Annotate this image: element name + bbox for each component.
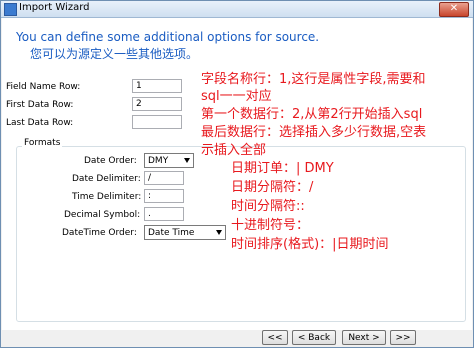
datetime-order-select[interactable]: Date Time	[144, 225, 226, 240]
window-title: Import Wizard	[19, 2, 90, 13]
annotation-line-7: 日期分隔符：/	[231, 180, 314, 195]
annotation-line-2: sql一一对应	[201, 89, 272, 104]
import-wizard-window: Import Wizard ✕ You can define some addi…	[0, 0, 474, 348]
chevron-down-icon	[184, 158, 190, 163]
time-delimiter-input[interactable]: :	[144, 189, 184, 203]
last-button[interactable]: >>	[390, 330, 416, 345]
last-data-row-input[interactable]	[132, 115, 182, 129]
datetime-order-label: DateTime Order:	[62, 228, 137, 238]
close-button[interactable]: ✕	[439, 2, 469, 17]
decimal-symbol-input[interactable]: .	[144, 207, 184, 221]
wizard-content: You can define some additional options f…	[2, 18, 472, 330]
first-data-row-input[interactable]: 2	[132, 97, 182, 111]
next-button[interactable]: Next >	[342, 330, 386, 345]
annotation-line-4: 最后数据行：选择插入多少行数据,空表	[201, 125, 427, 140]
field-name-row-input[interactable]: 1	[132, 79, 182, 93]
annotation-line-6: 日期订单：| DMY	[231, 161, 334, 176]
page-heading: You can define some additional options f…	[16, 30, 320, 44]
decimal-symbol-label: Decimal Symbol:	[64, 210, 141, 220]
formats-group-title: Formats	[22, 138, 63, 148]
date-delimiter-input[interactable]: /	[144, 171, 184, 185]
page-heading-cn: 您可以为源定义一些其他选项。	[30, 47, 199, 61]
first-button[interactable]: <<	[262, 330, 288, 345]
last-data-row-label: Last Data Row:	[6, 118, 74, 128]
datetime-order-value: Date Time	[148, 228, 195, 238]
annotation-line-9: 十进制符号：	[231, 218, 310, 233]
annotation-line-5: 示插入全部	[201, 143, 267, 158]
back-button[interactable]: < Back	[292, 330, 336, 345]
field-name-row-label: Field Name Row:	[6, 82, 81, 92]
date-order-select[interactable]: DMY	[144, 153, 194, 168]
annotation-line-10: 时间排序(格式)：|日期时间	[231, 237, 389, 252]
chevron-down-icon	[216, 230, 222, 235]
date-delimiter-label: Date Delimiter:	[72, 174, 141, 184]
date-order-value: DMY	[148, 156, 169, 166]
time-delimiter-label: Time Delimiter:	[72, 192, 142, 202]
annotation-line-3: 第一个数据行：2,从第2行开始插入sql	[201, 107, 423, 122]
first-data-row-label: First Data Row:	[6, 100, 74, 110]
annotation-line-8: 时间分隔符::	[231, 199, 305, 214]
title-bar: Import Wizard ✕	[1, 1, 473, 18]
wizard-footer: << < Back Next > >>	[2, 330, 472, 347]
app-icon	[4, 3, 17, 16]
date-order-label: Date Order:	[84, 156, 137, 166]
